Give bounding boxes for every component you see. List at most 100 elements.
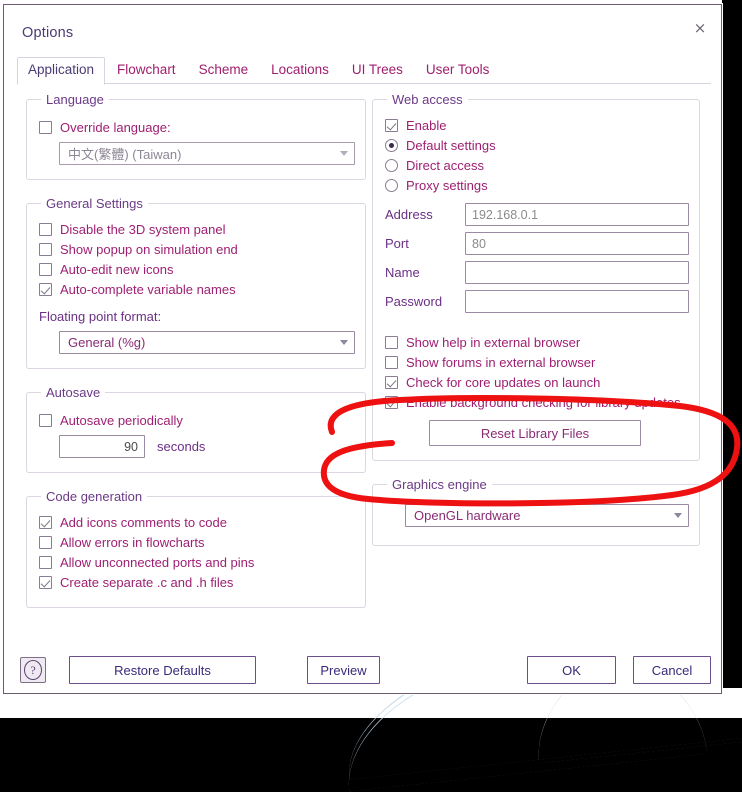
reset-library-files-button[interactable]: Reset Library Files xyxy=(429,420,641,446)
show-popup-on-simulation-end-checkbox[interactable] xyxy=(39,243,52,256)
allow-errors-in-flowcharts-row[interactable]: Allow errors in flowcharts xyxy=(39,535,355,550)
preview-button[interactable]: Preview xyxy=(307,656,380,684)
restore-defaults-button[interactable]: Restore Defaults xyxy=(69,656,256,684)
help-button[interactable]: ? xyxy=(20,657,46,683)
help-icon: ? xyxy=(24,660,42,680)
radio-proxy-settings-row[interactable]: Proxy settings xyxy=(385,178,689,193)
field-port-input[interactable]: 80 xyxy=(465,232,689,255)
check-for-core-updates-on-launch-checkbox[interactable] xyxy=(385,376,398,389)
override-language-row[interactable]: Override language: xyxy=(39,120,355,135)
field-password-label: Password xyxy=(385,294,443,309)
show-help-in-external-browser-checkbox[interactable] xyxy=(385,336,398,349)
tab-locations[interactable]: Locations xyxy=(260,58,340,84)
autosave-periodically-row[interactable]: Autosave periodically xyxy=(39,413,355,428)
web-enable-label: Enable xyxy=(406,118,447,133)
autosave-seconds-input[interactable]: 90 xyxy=(59,435,145,458)
chevron-down-icon xyxy=(674,513,682,518)
auto-complete-variable-names-label: Auto-complete variable names xyxy=(60,282,236,297)
radio-direct-access-row[interactable]: Direct access xyxy=(385,158,689,173)
dialog-content: Language Override language: 中文(繁體) (Taiw… xyxy=(4,84,723,649)
auto-complete-variable-names-checkbox[interactable] xyxy=(39,283,52,296)
allow-unconnected-ports-and-pins-checkbox[interactable] xyxy=(39,556,52,569)
show-help-in-external-browser-row[interactable]: Show help in external browser xyxy=(385,335,689,350)
field-name-label: Name xyxy=(385,265,420,280)
show-forums-in-external-browser-row[interactable]: Show forums in external browser xyxy=(385,355,689,370)
override-language-label: Override language: xyxy=(60,120,171,135)
allow-errors-in-flowcharts-checkbox[interactable] xyxy=(39,536,52,549)
disable-the-3d-system-panel-row[interactable]: Disable the 3D system panel xyxy=(39,222,355,237)
radio-default-settings-row[interactable]: Default settings xyxy=(385,138,689,153)
radio-direct-access[interactable] xyxy=(385,159,398,172)
create-separate-c-and-h-files-checkbox[interactable] xyxy=(39,576,52,589)
radio-default-settings[interactable] xyxy=(385,139,398,152)
field-password-input[interactable] xyxy=(465,290,689,313)
radio-proxy-settings[interactable] xyxy=(385,179,398,192)
tab-application[interactable]: Application xyxy=(17,57,106,85)
tab-flowchart[interactable]: Flowchart xyxy=(106,58,187,84)
tab-ui-trees[interactable]: UI Trees xyxy=(341,58,414,84)
show-popup-on-simulation-end-label: Show popup on simulation end xyxy=(60,242,238,257)
graphics-engine-value: OpenGL hardware xyxy=(414,508,521,523)
autosave-periodically-checkbox[interactable] xyxy=(39,414,52,427)
check-for-core-updates-on-launch-row[interactable]: Check for core updates on launch xyxy=(385,375,689,390)
allow-errors-in-flowcharts-label: Allow errors in flowcharts xyxy=(60,535,205,550)
field-port-row: Port 80 xyxy=(385,232,689,255)
language-select[interactable]: 中文(繁體) (Taiwan) xyxy=(59,142,355,165)
field-address-input[interactable]: 192.168.0.1 xyxy=(465,203,689,226)
group-codegen-legend: Code generation xyxy=(46,489,143,504)
autosave-seconds-label: seconds xyxy=(157,439,206,454)
override-language-checkbox[interactable] xyxy=(39,121,52,134)
floating-point-format-select[interactable]: General (%g) xyxy=(59,331,355,354)
language-select-value: 中文(繁體) (Taiwan) xyxy=(68,147,182,162)
web-enable-row[interactable]: Enable xyxy=(385,118,689,133)
auto-edit-new-icons-row[interactable]: Auto-edit new icons xyxy=(39,262,355,277)
radio-direct-access-label: Direct access xyxy=(406,158,485,173)
disable-the-3d-system-panel-checkbox[interactable] xyxy=(39,223,52,236)
show-popup-on-simulation-end-row[interactable]: Show popup on simulation end xyxy=(39,242,355,257)
group-language: Language Override language: 中文(繁體) (Taiw… xyxy=(26,92,366,180)
auto-edit-new-icons-label: Auto-edit new icons xyxy=(60,262,174,277)
field-name-input[interactable] xyxy=(465,261,689,284)
tab-bar: Application Flowchart Scheme Locations UI Tr… xyxy=(17,57,711,85)
create-separate-c-and-h-files-row[interactable]: Create separate .c and .h files xyxy=(39,575,355,590)
group-web-access: Web access Enable Default settings Direct… xyxy=(372,92,700,461)
show-help-in-external-browser-label: Show help in external browser xyxy=(406,335,581,350)
radio-proxy-settings-label: Proxy settings xyxy=(406,178,488,193)
chevron-down-icon xyxy=(340,340,348,345)
options-dialog: Options × Application Flowchart Scheme Loca… xyxy=(3,4,722,694)
left-column: Language Override language: 中文(繁體) (Taiw… xyxy=(26,92,366,624)
cancel-button[interactable]: Cancel xyxy=(633,656,711,684)
create-separate-c-and-h-files-label: Create separate .c and .h files xyxy=(60,575,234,590)
group-general-settings: General Settings Disable the 3D system p… xyxy=(26,196,366,369)
field-address-label: Address xyxy=(385,207,433,222)
close-icon[interactable]: × xyxy=(687,17,713,39)
field-name-row: Name xyxy=(385,261,689,284)
enable-background-checking-for-library-u-checkbox[interactable] xyxy=(385,396,398,409)
group-graphics-engine: Graphics engine OpenGL hardware xyxy=(372,477,700,546)
enable-background-checking-for-library-u-row[interactable]: Enable background checking for library u… xyxy=(385,395,689,410)
auto-complete-variable-names-row[interactable]: Auto-complete variable names xyxy=(39,282,355,297)
add-icons-comments-to-code-checkbox[interactable] xyxy=(39,516,52,529)
add-icons-comments-to-code-label: Add icons comments to code xyxy=(60,515,227,530)
graphics-engine-select[interactable]: OpenGL hardware xyxy=(405,504,689,527)
check-for-core-updates-on-launch-label: Check for core updates on launch xyxy=(406,375,601,390)
group-autosave-legend: Autosave xyxy=(46,385,101,400)
floating-point-format-row: Floating point format: xyxy=(39,309,355,324)
allow-unconnected-ports-and-pins-row[interactable]: Allow unconnected ports and pins xyxy=(39,555,355,570)
ok-button[interactable]: OK xyxy=(527,656,616,684)
tab-scheme[interactable]: Scheme xyxy=(188,58,260,84)
add-icons-comments-to-code-row[interactable]: Add icons comments to code xyxy=(39,515,355,530)
radio-default-settings-label: Default settings xyxy=(406,138,496,153)
right-column: Web access Enable Default settings Direct… xyxy=(372,92,700,562)
auto-edit-new-icons-checkbox[interactable] xyxy=(39,263,52,276)
field-address-row: Address 192.168.0.1 xyxy=(385,203,689,226)
enable-background-checking-for-library-u-label: Enable background checking for library u… xyxy=(406,395,681,410)
group-autosave: Autosave Autosave periodically 90 second… xyxy=(26,385,366,473)
floating-point-format-label: Floating point format: xyxy=(39,309,162,324)
field-port-label: Port xyxy=(385,236,409,251)
web-enable-checkbox[interactable] xyxy=(385,119,398,132)
group-general-legend: General Settings xyxy=(46,196,143,211)
dialog-titlebar: Options × xyxy=(4,5,721,49)
show-forums-in-external-browser-checkbox[interactable] xyxy=(385,356,398,369)
tab-user-tools[interactable]: User Tools xyxy=(415,58,501,84)
